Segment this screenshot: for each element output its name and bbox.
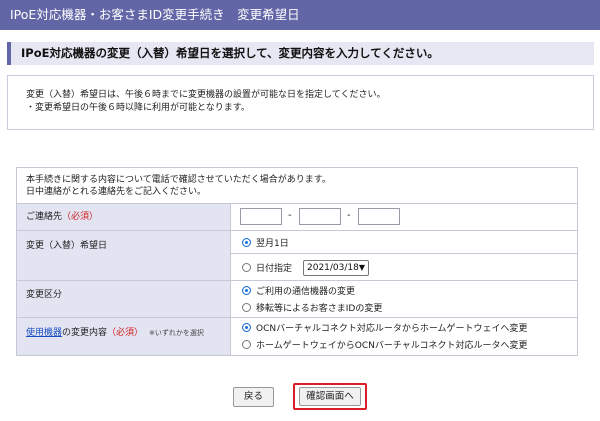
ocn-to-hgw-label: OCNバーチャルコネクト対応ルータからホームゲートウェイへ変更 <box>256 324 528 334</box>
confirm-button[interactable]: 確認画面へ <box>299 387 361 406</box>
device-change-label: ご利用の通信機器の変更 <box>256 287 356 297</box>
device-required: （必須） <box>107 328 144 338</box>
date-option2-cell: 日付指定 2021/03/18 ▼ <box>231 254 577 281</box>
date-option1-cell: 翌月1日 <box>231 231 577 254</box>
form-intro: 本手続きに関する内容について電話で確認させていただく場合があります。 日中連絡が… <box>17 168 577 204</box>
instruction-heading: IPoE対応機器の変更（入替）希望日を選択して、変更内容を入力してください。 <box>7 42 594 65</box>
intro-line-1: 本手続きに関する内容について電話で確認させていただく場合があります。 <box>26 175 331 185</box>
date-label-cell: 変更（入替）希望日 <box>17 231 231 281</box>
notice-line-2: ・変更希望日の午後６時以降に利用が可能となります。 <box>26 103 250 113</box>
specify-date-radio[interactable] <box>242 263 251 272</box>
back-button[interactable]: 戻る <box>233 387 274 407</box>
category-label-cell: 変更区分 <box>17 281 231 318</box>
confirm-button-highlight: 確認画面へ <box>293 383 367 410</box>
contact-label-cell: ご連絡先（必須） <box>17 204 231 231</box>
notice-line-1: 変更（入替）希望日は、午後６時までに変更機器の設置が可能な日を指定してください。 <box>26 90 386 100</box>
hgw-to-ocn-label: ホームゲートウェイからOCNバーチャルコネクト対応ルータへ変更 <box>256 341 528 351</box>
intro-line-2: 日中連絡がとれる連絡先をご記入ください。 <box>26 187 207 197</box>
device-note: ※いずれかを選択 <box>149 329 204 337</box>
tel-part-2-input[interactable] <box>299 208 341 225</box>
contact-label: ご連絡先 <box>26 212 63 222</box>
device-help-link[interactable]: 使用機器 <box>26 328 62 338</box>
category-label: 変更区分 <box>26 290 63 300</box>
tel-part-3-input[interactable] <box>358 208 400 225</box>
contact-required: （必須） <box>62 212 99 222</box>
page-title: IPoE対応機器・お客さまID変更手続き 変更希望日 <box>10 7 300 22</box>
chevron-down-icon: ▼ <box>358 263 365 272</box>
tel-part-1-input[interactable] <box>240 208 282 225</box>
device-label: の変更内容 <box>62 328 108 338</box>
back-button-label: 戻る <box>243 391 263 402</box>
next-month-radio[interactable] <box>242 238 251 247</box>
device-change-radio[interactable] <box>242 286 251 295</box>
tel-dash-2: - <box>347 210 351 221</box>
contact-value-cell: - - <box>231 204 577 231</box>
page-header: IPoE対応機器・お客さまID変更手続き 変更希望日 <box>0 0 600 30</box>
specify-date-label: 日付指定 <box>256 264 293 274</box>
next-month-label: 翌月1日 <box>256 239 289 249</box>
id-change-label: 移転等によるお客さまIDの変更 <box>256 304 383 314</box>
date-select-value: 2021/03/18 <box>307 263 359 273</box>
notice-box: 変更（入替）希望日は、午後６時までに変更機器の設置が可能な日を指定してください。… <box>7 75 594 130</box>
id-change-radio[interactable] <box>242 303 251 312</box>
device-label-cell: 使用機器の変更内容（必須） ※いずれかを選択 <box>17 318 231 355</box>
date-select[interactable]: 2021/03/18 ▼ <box>303 260 369 276</box>
instruction-text: IPoE対応機器の変更（入替）希望日を選択して、変更内容を入力してください。 <box>21 46 439 60</box>
confirm-button-label: 確認画面へ <box>306 391 354 402</box>
ocn-to-hgw-radio[interactable] <box>242 323 251 332</box>
device-options-cell: OCNバーチャルコネクト対応ルータからホームゲートウェイへ変更 ホームゲートウェ… <box>231 318 577 355</box>
hgw-to-ocn-radio[interactable] <box>242 340 251 349</box>
date-label: 変更（入替）希望日 <box>26 241 108 251</box>
form-table: 本手続きに関する内容について電話で確認させていただく場合があります。 日中連絡が… <box>16 167 578 356</box>
tel-dash-1: - <box>288 210 292 221</box>
category-options-cell: ご利用の通信機器の変更 移転等によるお客さまIDの変更 <box>231 281 577 318</box>
